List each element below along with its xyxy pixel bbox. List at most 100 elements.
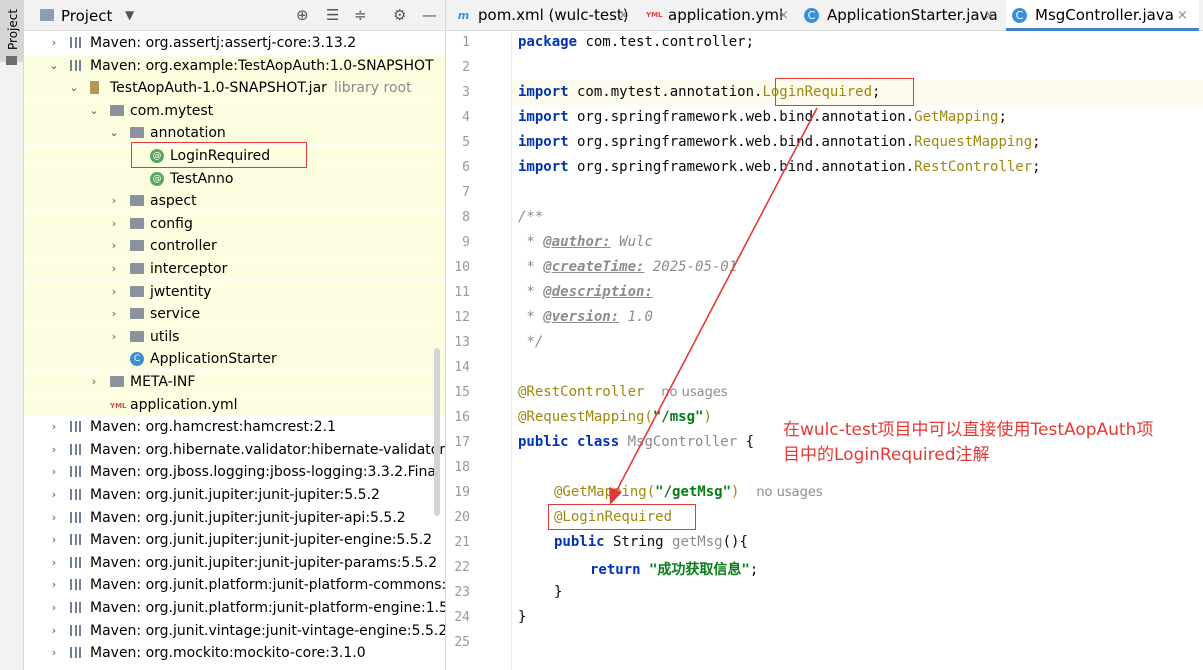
tree-item[interactable]: › aspect bbox=[24, 190, 445, 213]
chevron-right-icon[interactable]: › bbox=[48, 574, 60, 596]
code-editor[interactable]: package com.test.controller; import com.… bbox=[512, 31, 1203, 670]
project-icon bbox=[40, 9, 54, 21]
code-line-11: * @description: bbox=[518, 284, 653, 300]
tree-item[interactable]: ⌄ Maven: org.example:TestAopAuth:1.0-SNAP… bbox=[24, 54, 445, 77]
highlight-box-loginrequired bbox=[131, 142, 307, 168]
tree-item[interactable]: › controller bbox=[24, 235, 445, 258]
tree-item[interactable]: @ TestAnno bbox=[24, 167, 445, 190]
code-line-8: /** bbox=[518, 209, 544, 225]
library-icon bbox=[70, 556, 81, 568]
code-line-13: */ bbox=[518, 334, 544, 350]
usages-hint[interactable]: no usages bbox=[661, 385, 727, 400]
note-line-2: 目中的LoginRequired注解 bbox=[783, 445, 990, 465]
tree-item[interactable]: › Maven: org.junit.vintage:junit-vintage-… bbox=[24, 620, 445, 642]
close-icon[interactable]: × bbox=[778, 0, 789, 31]
chevron-down-icon[interactable]: ⌄ bbox=[88, 100, 100, 122]
tree-item[interactable]: › service bbox=[24, 303, 445, 326]
package-icon bbox=[130, 127, 144, 139]
tree-item-label: Maven: org.example:TestAopAuth:1.0-SNAPS… bbox=[90, 57, 434, 74]
tree-item[interactable]: YML application.yml bbox=[24, 393, 445, 416]
chevron-right-icon[interactable]: › bbox=[108, 303, 120, 325]
code-line-12: * @version: 1.0 bbox=[518, 309, 653, 325]
tab-pom-xml[interactable]: m pom.xml (wulc-test) × bbox=[454, 0, 636, 31]
tree-item[interactable]: › Maven: org.junit.jupiter:junit-jupiter-… bbox=[24, 552, 445, 574]
code-line-15: @RestController no usages bbox=[518, 384, 728, 400]
chevron-down-icon[interactable]: ▼ bbox=[125, 8, 134, 22]
project-view-selector[interactable]: Project bbox=[61, 7, 112, 25]
chevron-right-icon[interactable]: › bbox=[48, 32, 60, 54]
minimize-icon[interactable]: — bbox=[422, 6, 437, 24]
tree-item[interactable]: › Maven: org.junit.jupiter:junit-jupiter:… bbox=[24, 484, 445, 506]
chevron-right-icon[interactable]: › bbox=[48, 461, 60, 483]
chevron-right-icon[interactable]: › bbox=[48, 642, 60, 664]
expand-all-icon[interactable]: ☰ bbox=[326, 6, 339, 24]
chevron-right-icon[interactable]: › bbox=[48, 529, 60, 551]
code-line-10: * @createTime: 2025-05-01 bbox=[518, 259, 738, 275]
tree-item[interactable]: › META-INF bbox=[24, 371, 445, 393]
tree-item-label: controller bbox=[150, 238, 217, 255]
chevron-right-icon[interactable]: › bbox=[108, 281, 120, 303]
collapse-all-icon[interactable]: ≑ bbox=[354, 6, 367, 24]
tree-item-label: Maven: org.junit.jupiter:junit-jupiter-e… bbox=[90, 532, 433, 549]
tree-item[interactable]: › Maven: org.hamcrest:hamcrest:2.1 bbox=[24, 416, 445, 438]
chevron-down-icon[interactable]: ⌄ bbox=[108, 122, 120, 144]
tree-item[interactable]: › Maven: org.junit.platform:junit-platfor… bbox=[24, 574, 445, 596]
tab-msgcontroller-java[interactable]: C MsgController.java × bbox=[1006, 0, 1199, 31]
chevron-down-icon[interactable]: ⌄ bbox=[68, 77, 80, 99]
tree-item-label: aspect bbox=[150, 193, 197, 210]
chevron-right-icon[interactable]: › bbox=[108, 326, 120, 348]
code-line-5: import org.springframework.web.bind.anno… bbox=[518, 134, 1041, 150]
tree-item[interactable]: › Maven: org.jboss.logging:jboss-logging:… bbox=[24, 461, 445, 483]
gear-icon[interactable]: ⚙ bbox=[393, 6, 406, 24]
class-icon: C bbox=[1012, 8, 1027, 23]
chevron-right-icon[interactable]: › bbox=[48, 552, 60, 574]
chevron-right-icon[interactable]: › bbox=[108, 235, 120, 257]
code-line-19: @GetMapping("/getMsg") no usages bbox=[554, 484, 823, 500]
code-line-9: * @author: Wulc bbox=[518, 234, 653, 250]
yml-icon: YML bbox=[646, 11, 663, 19]
code-line-17: public class MsgController { bbox=[518, 434, 755, 450]
chevron-right-icon[interactable]: › bbox=[108, 190, 120, 212]
usages-hint[interactable]: no usages bbox=[756, 485, 822, 500]
tab-applicationstarter-java[interactable]: C ApplicationStarter.java × bbox=[802, 0, 1002, 31]
library-icon bbox=[70, 37, 81, 48]
chevron-right-icon[interactable]: › bbox=[88, 371, 100, 393]
tree-item[interactable]: ⌄ com.mytest bbox=[24, 99, 445, 122]
project-tool-tab[interactable]: Project bbox=[0, 0, 24, 65]
close-icon[interactable]: × bbox=[984, 0, 995, 31]
tree-item[interactable]: ⌄ TestAopAuth-1.0-SNAPSHOT.jar library roo… bbox=[24, 77, 445, 100]
tree-item[interactable]: › interceptor bbox=[24, 258, 445, 280]
chevron-right-icon[interactable]: › bbox=[108, 213, 120, 235]
tree-item[interactable]: › Maven: org.hibernate.validator:hibernat… bbox=[24, 439, 445, 461]
chevron-right-icon[interactable]: › bbox=[108, 258, 120, 280]
folder-icon bbox=[6, 56, 17, 65]
chevron-right-icon[interactable]: › bbox=[48, 439, 60, 461]
chevron-right-icon[interactable]: › bbox=[48, 620, 60, 642]
tree-item[interactable]: › Maven: org.assertj:assertj-core:3.13.2 bbox=[24, 32, 445, 54]
chevron-right-icon[interactable]: › bbox=[48, 597, 60, 619]
chevron-right-icon[interactable]: › bbox=[48, 416, 60, 438]
tree-item[interactable]: C ApplicationStarter bbox=[24, 348, 445, 371]
library-icon bbox=[70, 647, 81, 659]
close-icon[interactable]: × bbox=[1177, 0, 1188, 31]
package-icon bbox=[130, 217, 144, 229]
tree-item[interactable]: › utils bbox=[24, 325, 445, 348]
tree-item[interactable]: › Maven: org.mockito:mockito-core:3.1.0 bbox=[24, 642, 445, 664]
tab-application-yml[interactable]: YML application.yml × bbox=[644, 0, 798, 31]
locate-icon[interactable]: ⊕ bbox=[296, 6, 309, 24]
code-line-16: @RequestMapping("/msg") bbox=[518, 409, 712, 425]
tree-item-label: config bbox=[150, 215, 193, 232]
tree-item[interactable]: › config bbox=[24, 212, 445, 235]
line-number: 9 bbox=[462, 235, 470, 250]
close-icon[interactable]: × bbox=[618, 0, 629, 31]
tree-scrollbar[interactable] bbox=[434, 348, 440, 516]
tree-item[interactable]: › Maven: org.junit.jupiter:junit-jupiter-… bbox=[24, 507, 445, 529]
chevron-right-icon[interactable]: › bbox=[48, 507, 60, 529]
chevron-right-icon[interactable]: › bbox=[48, 484, 60, 506]
chevron-down-icon[interactable]: ⌄ bbox=[48, 55, 60, 77]
tree-item[interactable]: › Maven: org.junit.jupiter:junit-jupiter-… bbox=[24, 529, 445, 551]
tree-item[interactable]: › jwtentity bbox=[24, 280, 445, 303]
project-panel: Project ▼ ⊕ ☰ ≑ ⚙ — › Maven: org.assertj:… bbox=[24, 0, 446, 670]
tree-item[interactable]: › Maven: org.junit.platform:junit-platfor… bbox=[24, 597, 445, 619]
line-number: 3 bbox=[462, 85, 470, 100]
